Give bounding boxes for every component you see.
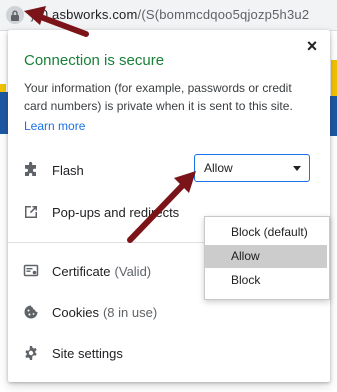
dropdown-option-allow[interactable]: Allow xyxy=(205,245,327,268)
url-text[interactable]: js0.asbworks.com/(S(bommcdqoo5qjozp5h3u2 xyxy=(31,7,309,22)
cookie-icon xyxy=(22,303,40,321)
connection-description: Your information (for example, passwords… xyxy=(24,81,293,113)
certificate-status: (Valid) xyxy=(114,263,152,279)
page-background-graphic xyxy=(0,92,8,134)
permission-row-flash: Flash xyxy=(22,158,84,182)
cookies-status: (8 in use) xyxy=(102,304,158,320)
permission-row-popups: Pop-ups and redirects xyxy=(22,200,179,224)
flash-permission-select[interactable]: Allow xyxy=(194,154,310,182)
close-icon[interactable]: × xyxy=(304,37,320,55)
certificate-row[interactable]: Certificate (Valid) xyxy=(22,259,151,283)
learn-more-link[interactable]: Learn more xyxy=(24,119,85,133)
gear-icon xyxy=(22,344,40,362)
address-bar[interactable]: js0.asbworks.com/(S(bommcdqoo5qjozp5h3u2 xyxy=(0,0,337,31)
site-info-popup: × Connection is secure Your information … xyxy=(8,30,330,382)
url-path: /(S(bommcdqoo5qjozp5h3u2 xyxy=(137,7,310,22)
certificate-label: Certificate xyxy=(52,263,111,279)
flash-permission-dropdown: Block (default) Allow Block xyxy=(204,216,330,300)
lock-icon[interactable] xyxy=(6,6,24,24)
permission-label-popups: Pop-ups and redirects xyxy=(52,204,180,220)
certificate-icon xyxy=(22,262,40,280)
chevron-down-icon xyxy=(293,166,301,171)
flash-permission-value: Allow xyxy=(204,161,233,175)
connection-status-title: Connection is secure xyxy=(24,52,165,69)
site-settings-label: Site settings xyxy=(52,345,123,361)
puzzle-icon xyxy=(22,161,40,179)
cookies-row[interactable]: Cookies (8 in use) xyxy=(22,300,157,324)
url-host: s0.asbworks.com xyxy=(34,7,138,22)
site-settings-row[interactable]: Site settings xyxy=(22,341,123,365)
page-background-graphic xyxy=(331,60,337,96)
dropdown-option-block[interactable]: Block xyxy=(205,269,327,292)
permission-label-flash: Flash xyxy=(52,162,84,178)
dropdown-option-block-default[interactable]: Block (default) xyxy=(205,221,327,244)
cookies-label: Cookies xyxy=(52,304,99,320)
popup-icon xyxy=(22,203,40,221)
